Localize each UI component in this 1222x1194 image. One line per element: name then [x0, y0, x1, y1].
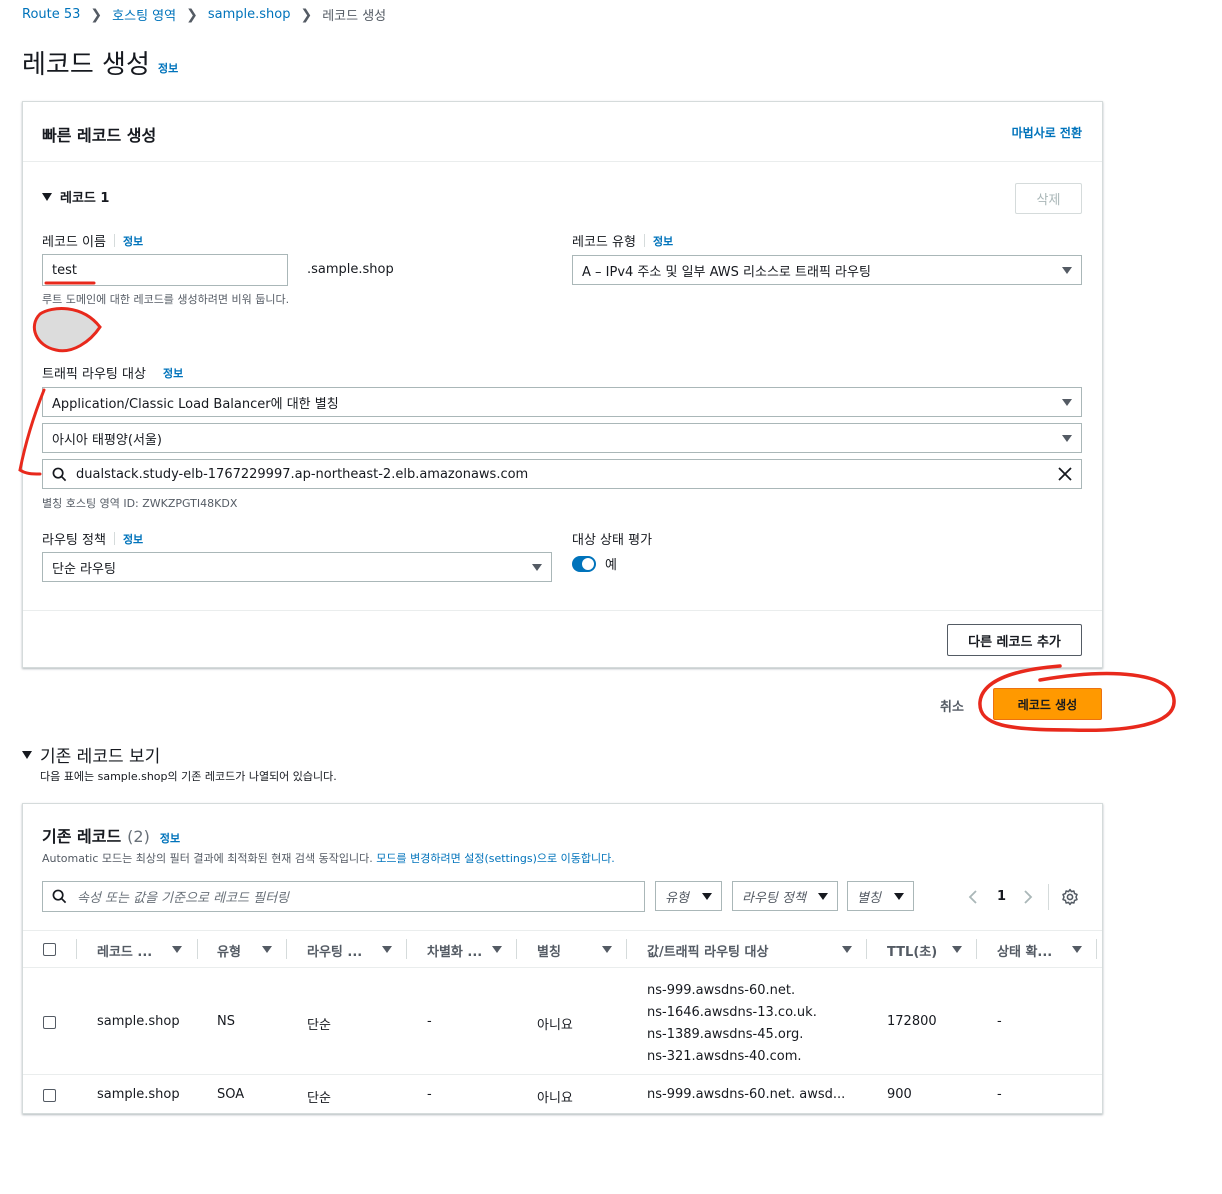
sort-caret-icon[interactable]	[952, 946, 962, 953]
search-icon	[52, 889, 67, 904]
sort-caret-icon[interactable]	[172, 946, 182, 953]
annotation-blob	[33, 307, 102, 353]
record-filter-input[interactable]: 속성 또는 값을 기준으로 레코드 필터링	[42, 881, 645, 912]
table-title: 기존 레코드	[42, 827, 122, 846]
sort-caret-icon[interactable]	[382, 946, 392, 953]
cell-value: ns-999.awsdns-60.net. awsd...	[647, 1087, 846, 1102]
column-divider	[406, 939, 407, 959]
table-header	[23, 930, 1102, 968]
cell-ttl: 172800	[887, 1014, 937, 1029]
pagination-divider	[1048, 884, 1049, 910]
column-header-name[interactable]: 레코드 ...	[97, 941, 152, 960]
cell-alias: 아니요	[537, 1018, 573, 1033]
cell-differentiator: -	[427, 1014, 432, 1029]
sort-caret-icon[interactable]	[842, 946, 852, 953]
row-checkbox[interactable]	[43, 1089, 56, 1102]
settings-link[interactable]: 모드를 변경하려면 설정(settings)으로 이동합니다.	[376, 852, 614, 865]
column-divider	[76, 939, 77, 959]
caret-down-icon	[894, 892, 904, 900]
column-header-type[interactable]: 유형	[217, 941, 241, 960]
cell-routing: 단순	[307, 1091, 331, 1106]
value-line: ns-1389.awsdns-45.org.	[647, 1027, 804, 1042]
existing-records-desc: 다음 표에는 sample.shop의 기존 레코드가 나열되어 있습니다.	[40, 770, 337, 783]
cell-record-name: sample.shop	[97, 1014, 180, 1029]
prev-page-icon[interactable]	[967, 889, 979, 905]
table-description: Automatic 모드는 최상의 필터 결과에 최적화된 현재 검색 동작입니…	[42, 852, 615, 865]
caret-down-icon	[818, 892, 828, 900]
create-record-button[interactable]: 레코드 생성	[993, 688, 1102, 720]
column-header-routing[interactable]: 라우팅 ...	[307, 941, 362, 960]
value-line: ns-999.awsdns-60.net.	[647, 983, 796, 998]
column-divider	[516, 939, 517, 959]
existing-records-panel: 기존 레코드 (2) 정보 Automatic 모드는 최상의 필터 결과에 최…	[22, 803, 1103, 1114]
cell-record-name: sample.shop	[97, 1087, 180, 1102]
cell-type: SOA	[217, 1087, 245, 1102]
routing-filter-select[interactable]: 라우팅 정책	[732, 881, 838, 911]
column-header-alias[interactable]: 별칭	[537, 941, 561, 960]
table-info-link[interactable]: 정보	[160, 830, 180, 846]
alias-filter-select[interactable]: 별칭	[847, 881, 914, 911]
cell-health: -	[997, 1014, 1002, 1029]
next-page-icon[interactable]	[1022, 889, 1034, 905]
cancel-button[interactable]: 취소	[940, 696, 964, 715]
cell-alias: 아니요	[537, 1091, 573, 1106]
page-number[interactable]: 1	[997, 889, 1006, 904]
table-count: (2)	[127, 827, 150, 846]
column-header-differentiator[interactable]: 차별화 ...	[427, 941, 482, 960]
value-line: ns-1646.awsdns-13.co.uk.	[647, 1005, 817, 1020]
cell-health: -	[997, 1087, 1002, 1102]
select-all-checkbox[interactable]	[43, 943, 56, 956]
existing-records-toggle-title: 기존 레코드 보기	[40, 747, 161, 767]
row-checkbox[interactable]	[43, 1016, 56, 1029]
type-filter-select[interactable]: 유형	[655, 881, 722, 911]
column-header-value[interactable]: 값/트래픽 라우팅 대상	[647, 941, 768, 960]
cell-ttl: 900	[887, 1087, 912, 1102]
column-divider	[976, 939, 977, 959]
column-divider	[286, 939, 287, 959]
table-title-row: 기존 레코드 (2) 정보	[42, 823, 180, 847]
caret-down-icon	[22, 750, 32, 759]
cell-value: ns-999.awsdns-60.net. ns-1646.awsdns-13.…	[647, 980, 817, 1068]
sort-caret-icon[interactable]	[262, 946, 272, 953]
column-header-health[interactable]: 상태 확...	[997, 941, 1052, 960]
settings-gear-icon[interactable]	[1061, 888, 1079, 906]
column-divider	[197, 939, 198, 959]
caret-down-icon	[702, 892, 712, 900]
cell-type: NS	[217, 1014, 235, 1029]
column-header-ttl[interactable]: TTL(초)	[887, 941, 937, 960]
sort-caret-icon[interactable]	[492, 946, 502, 953]
existing-records-toggle[interactable]: 기존 레코드 보기	[22, 742, 160, 767]
column-divider	[1096, 939, 1097, 959]
column-divider	[866, 939, 867, 959]
cell-routing: 단순	[307, 1018, 331, 1033]
sort-caret-icon[interactable]	[602, 946, 612, 953]
annotation-bracket	[18, 388, 46, 476]
sort-caret-icon[interactable]	[1072, 946, 1082, 953]
cell-differentiator: -	[427, 1087, 432, 1102]
value-line: ns-321.awsdns-40.com.	[647, 1049, 802, 1064]
column-divider	[626, 939, 627, 959]
